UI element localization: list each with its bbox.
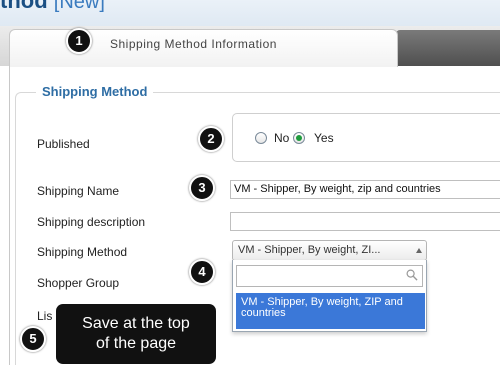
tooltip-line-2: of the page [95, 335, 177, 352]
callout-2: 2 [198, 126, 224, 152]
shipping-description-input[interactable] [230, 212, 500, 231]
callout-4: 4 [189, 259, 215, 285]
dropdown-option[interactable]: VM - Shipper, By weight, ZIP and countri… [236, 293, 425, 329]
page-title: thod [New] [0, 0, 105, 14]
save-hint-tooltip: Save at the top of the page [56, 304, 216, 364]
published-yes-label[interactable]: Yes [314, 131, 334, 145]
published-label: Published [37, 137, 90, 151]
shipping-description-label: Shipping description [37, 215, 146, 229]
callout-5: 5 [20, 326, 46, 352]
chevron-up-icon [416, 248, 422, 253]
shipping-name-input[interactable]: VM - Shipper, By weight, zip and countri… [230, 180, 500, 199]
tab-strip-filler [396, 30, 500, 66]
page-title-suffix: [New] [53, 0, 105, 13]
callout-1: 1 [66, 28, 92, 54]
search-icon [406, 269, 418, 281]
published-radio-group: No Yes [232, 113, 500, 162]
tooltip-line-1: Save at the top [82, 315, 190, 332]
shopper-group-label: Shopper Group [37, 276, 120, 290]
published-no-label[interactable]: No [274, 131, 289, 145]
title-bar: thod [New] [0, 0, 500, 26]
shipping-name-label: Shipping Name [37, 184, 120, 198]
published-yes-radio[interactable] [293, 132, 305, 144]
shipping-method-label: Shipping Method [37, 245, 128, 259]
shipping-method-selected: VM - Shipper, By weight, ZI... [238, 244, 381, 256]
section-title: Shipping Method [36, 84, 154, 99]
callout-3: 3 [189, 175, 215, 201]
dropdown-search-input[interactable] [236, 265, 423, 287]
tab-label: Shipping Method Information [110, 37, 277, 51]
published-no-radio[interactable] [255, 132, 267, 144]
shipping-method-select[interactable]: VM - Shipper, By weight, ZI... [232, 240, 427, 261]
shipping-method-dropdown: VM - Shipper, By weight, ZIP and countri… [232, 260, 427, 332]
list-order-label: Lis [37, 309, 53, 323]
